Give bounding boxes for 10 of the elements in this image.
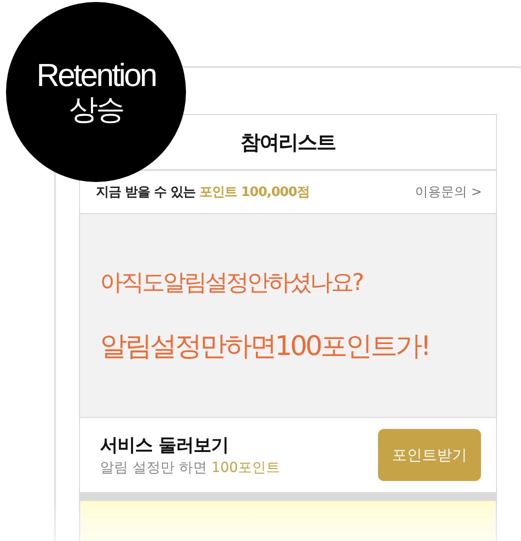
badge-text: 상승 [69,94,123,128]
points-text: 지금 받을 수 있는 포인트 100,000점 [96,184,310,201]
inquiry-link[interactable]: 이용문의 > [414,183,482,201]
get-points-button[interactable]: 포인트받기 [378,429,481,481]
service-title: 서비스 둘러보기 [100,434,230,457]
screen-title: 참여리스트 [240,128,336,156]
promo-text: 아직도알림설정안하셨나요? [100,269,364,298]
service-subtitle: 알림 설정만 하면 100포인트 [100,459,280,477]
badge-text: Retention [36,56,156,94]
promo-text: 알림설정만하면100포인트가! [100,330,430,364]
